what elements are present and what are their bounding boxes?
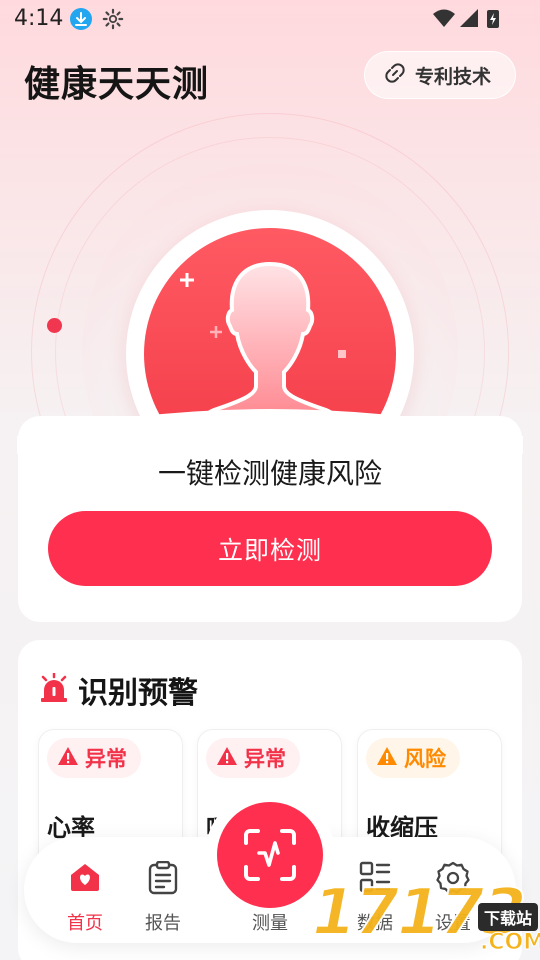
status-indicators (432, 7, 502, 35)
signal-icon (460, 9, 478, 27)
detect-title: 一键检测健康风险 (157, 457, 382, 490)
warning-triangle-icon (216, 746, 238, 770)
status-badge: 异常 (206, 738, 300, 778)
hero-orbit-dot (47, 318, 62, 333)
settings-status-icon (102, 8, 124, 34)
warning-triangle-icon (57, 746, 79, 770)
nav-label: 首页 (67, 913, 103, 934)
nav-report[interactable]: 报告 (128, 837, 198, 943)
badge-label: 异常 (244, 747, 286, 771)
status-badge: 异常 (47, 738, 141, 778)
patent-label: 专利技术 (415, 65, 492, 88)
detect-now-button[interactable]: 立即检测 (48, 511, 492, 586)
watermark-domain: .COM (479, 930, 540, 956)
status-badge: 风险 (366, 738, 460, 778)
detect-card: 一键检测健康风险 立即检测 (17, 409, 523, 622)
nav-home[interactable]: 首页 (50, 837, 120, 943)
link-icon (383, 61, 407, 89)
app-title: 健康天天测 (24, 64, 210, 105)
nav-label: 报告 (145, 913, 181, 934)
warning-triangle-icon (376, 746, 398, 770)
status-time: 4:14 (14, 6, 64, 31)
patent-button[interactable]: 专利技术 (364, 51, 516, 99)
badge-label: 风险 (404, 747, 446, 771)
warning-title: 识别预警 (78, 676, 198, 711)
wifi-icon (433, 9, 455, 27)
alarm-icon (40, 671, 68, 707)
clipboard-icon (148, 860, 178, 899)
badge-label: 异常 (85, 747, 127, 771)
download-icon (70, 8, 92, 30)
nav-measure-button[interactable] (217, 802, 323, 908)
home-heart-icon (69, 861, 101, 897)
watermark-logo: 17173 下载站 .COM (311, 875, 540, 960)
nav-measure-label: 测量 (252, 913, 288, 934)
watermark-tag: 下载站 (478, 903, 539, 931)
status-bar: 4:14 (0, 0, 540, 38)
